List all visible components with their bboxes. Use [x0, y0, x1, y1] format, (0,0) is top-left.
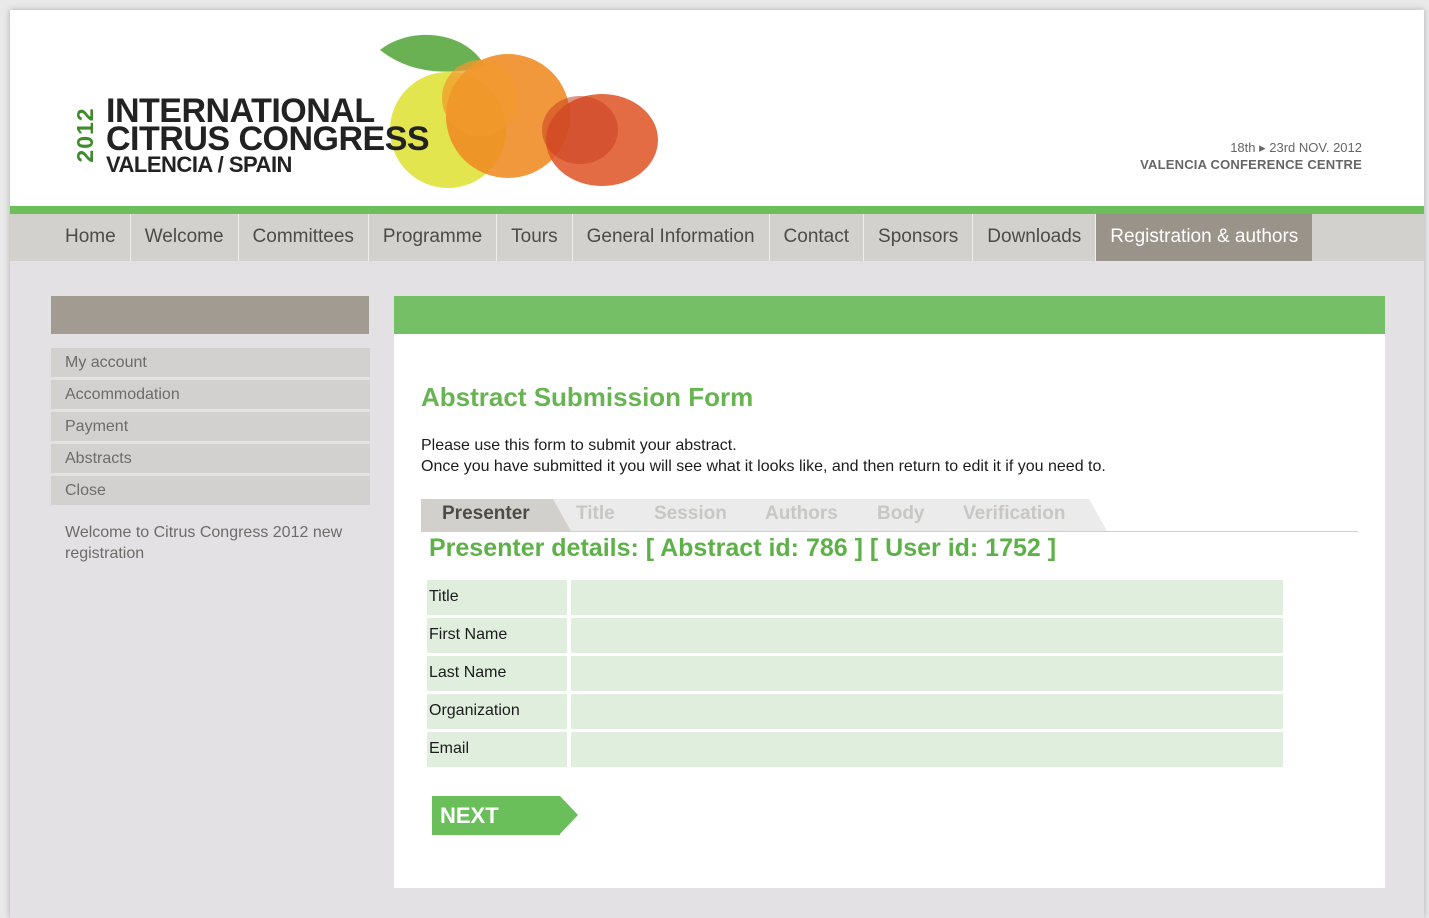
nav-item-sponsors[interactable]: Sponsors — [863, 214, 972, 261]
field-label-title: Title — [427, 580, 567, 615]
field-row-first-name: First Name — [427, 618, 1283, 653]
event-dates: 18th ▸ 23rd NOV. 2012 — [1230, 140, 1362, 155]
field-label-organization: Organization — [427, 694, 567, 729]
sidebar-welcome-text: Welcome to Citrus Congress 2012 new regi… — [65, 524, 343, 562]
tab-label: Session — [654, 503, 727, 524]
page-frame: 2012 INTERNATIONAL CITRUS CONGRESS VALEN… — [10, 10, 1424, 918]
nav-item-registration-authors[interactable]: Registration & authors — [1095, 214, 1313, 261]
organization-input[interactable] — [571, 694, 1283, 729]
tab-label: Verification — [963, 503, 1066, 524]
field-row-organization: Organization — [427, 694, 1283, 729]
sidebar-item-accommodation[interactable]: Accommodation — [51, 380, 370, 409]
tab-corner — [745, 499, 763, 531]
presenter-details-heading: Presenter details: [ Abstract id: 786 ] … — [429, 534, 1057, 562]
intro-line-2: Once you have submitted it you will see … — [421, 458, 1106, 475]
title-input[interactable] — [571, 580, 1283, 615]
field-label-first-name: First Name — [427, 618, 567, 653]
sidebar-item-payment[interactable]: Payment — [51, 412, 370, 441]
sidebar-menu: My account Accommodation Payment Abstracts C… — [51, 348, 370, 508]
form-intro: Please use this form to submit your abst… — [421, 435, 1106, 477]
tab-corner — [1089, 499, 1107, 531]
sidebar-item-close[interactable]: Close — [51, 476, 370, 505]
email-input[interactable] — [571, 732, 1283, 767]
page-title: Abstract Submission Form — [421, 382, 754, 412]
main-nav-list: Home Welcome Committees Programme Tours Gener… — [51, 214, 1313, 261]
main-nav: Home Welcome Committees Programme Tours Gener… — [10, 214, 1424, 261]
first-name-input[interactable] — [571, 618, 1283, 653]
field-row-last-name: Last Name — [427, 656, 1283, 691]
nav-item-downloads[interactable]: Downloads — [972, 214, 1095, 261]
event-venue: VALENCIA CONFERENCE CENTRE — [1140, 157, 1362, 172]
sidebar-header-bar — [51, 296, 369, 334]
presenter-fields: Title First Name Last Name Organization Emai… — [427, 580, 1283, 770]
header-green-rule — [10, 206, 1424, 214]
nav-item-home[interactable]: Home — [51, 214, 130, 261]
site-header: 2012 INTERNATIONAL CITRUS CONGRESS VALEN… — [10, 10, 1424, 206]
tab-presenter[interactable]: Presenter — [421, 499, 571, 531]
nav-item-welcome[interactable]: Welcome — [129, 214, 238, 261]
field-label-email: Email — [427, 732, 567, 767]
field-row-title: Title — [427, 580, 1283, 615]
next-arrow-icon — [560, 796, 578, 834]
nav-item-tours[interactable]: Tours — [496, 214, 571, 261]
tab-label: Presenter — [442, 503, 530, 524]
tab-corner — [635, 499, 653, 531]
nav-item-committees[interactable]: Committees — [237, 214, 368, 261]
tab-corner — [857, 499, 875, 531]
content-panel: Abstract Submission Form Please use this… — [394, 334, 1385, 888]
tab-verification[interactable]: Verification — [943, 499, 1107, 531]
tab-corner — [943, 499, 961, 531]
field-label-last-name: Last Name — [427, 656, 567, 691]
tab-label: Body — [877, 503, 925, 524]
sidebar-item-abstracts[interactable]: Abstracts — [51, 444, 370, 473]
logo-title-line3: VALENCIA / SPAIN — [106, 152, 292, 177]
form-tabs: Presenter Title Session Authors Body Verifica… — [421, 499, 1358, 532]
logo-year: 2012 — [72, 96, 98, 174]
intro-line-1: Please use this form to submit your abst… — [421, 437, 737, 454]
next-button-label: NEXT — [432, 796, 560, 835]
tab-label: Title — [576, 503, 615, 524]
citrus-fruit-logo-graphic — [380, 34, 658, 188]
nav-item-contact[interactable]: Contact — [768, 214, 863, 261]
field-row-email: Email — [427, 732, 1283, 767]
next-button[interactable]: NEXT — [432, 796, 578, 835]
tab-corner — [553, 499, 571, 531]
event-info: 18th ▸ 23rd NOV. 2012 VALENCIA CONFERENC… — [1140, 139, 1362, 173]
nav-item-general-information[interactable]: General Information — [571, 214, 769, 261]
logo-year-text: 2012 — [72, 107, 98, 163]
last-name-input[interactable] — [571, 656, 1283, 691]
tab-label: Authors — [765, 503, 838, 524]
nav-item-programme[interactable]: Programme — [367, 214, 496, 261]
content-header-bar — [394, 296, 1385, 334]
sidebar-item-my-account[interactable]: My account — [51, 348, 370, 377]
